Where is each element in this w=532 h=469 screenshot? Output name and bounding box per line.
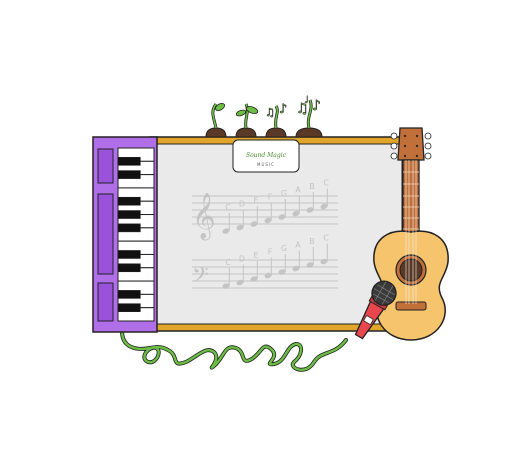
- note-letter: A: [295, 241, 301, 250]
- svg-text:♪: ♪: [312, 98, 321, 114]
- note-letter: B: [309, 182, 315, 191]
- sign-title: Sound Magic: [246, 152, 287, 159]
- sprout-pot-2: [235, 103, 259, 138]
- note-letter: C: [225, 258, 231, 267]
- treble-clef-icon: 𝄞: [192, 193, 216, 241]
- note-letter: G: [281, 189, 287, 198]
- note-letter: C: [225, 203, 231, 212]
- black-key: [117, 303, 141, 312]
- svg-text:♩: ♩: [304, 95, 309, 106]
- note-letter: G: [281, 244, 287, 253]
- note-letter: D: [239, 255, 245, 264]
- sprout-pot-4: ♫ ♪ ♩: [295, 95, 323, 138]
- black-key: [117, 210, 141, 219]
- note-letter: C: [323, 179, 329, 188]
- bass-clef-icon: 𝄢: [192, 263, 209, 293]
- note-letter: E: [253, 196, 258, 205]
- note-letter: F: [268, 193, 273, 202]
- black-key: [117, 223, 141, 233]
- board-sign: Sound Magic MUSIC: [232, 139, 300, 173]
- note-letter: C: [323, 234, 329, 243]
- black-key: [117, 290, 141, 299]
- note-letter: F: [268, 248, 273, 257]
- sign-subtitle: MUSIC: [257, 162, 275, 167]
- black-key: [117, 196, 141, 206]
- sprout-pot-3: ♪ ♫: [265, 102, 288, 138]
- svg-text:♪: ♪: [279, 102, 287, 117]
- svg-text:♫: ♫: [265, 106, 275, 119]
- sprout-pot-1: [205, 102, 227, 138]
- black-key: [117, 170, 141, 179]
- sprout-pots: ♪ ♫ ♫ ♪ ♩: [205, 95, 323, 138]
- note-letter: E: [253, 251, 258, 260]
- black-key: [117, 263, 141, 273]
- note-letter: B: [309, 237, 315, 246]
- piano-keyboard-icon: [92, 136, 158, 333]
- piano-keys: [117, 147, 155, 322]
- black-key: [117, 157, 141, 166]
- black-key: [117, 250, 141, 259]
- note-letter: D: [239, 200, 245, 209]
- note-letter: A: [295, 186, 301, 195]
- music-illustration: ♪ ♫ ♫ ♪ ♩ Sound Magic MUSIC 𝄞 CDEFGABC 𝄢…: [92, 95, 449, 372]
